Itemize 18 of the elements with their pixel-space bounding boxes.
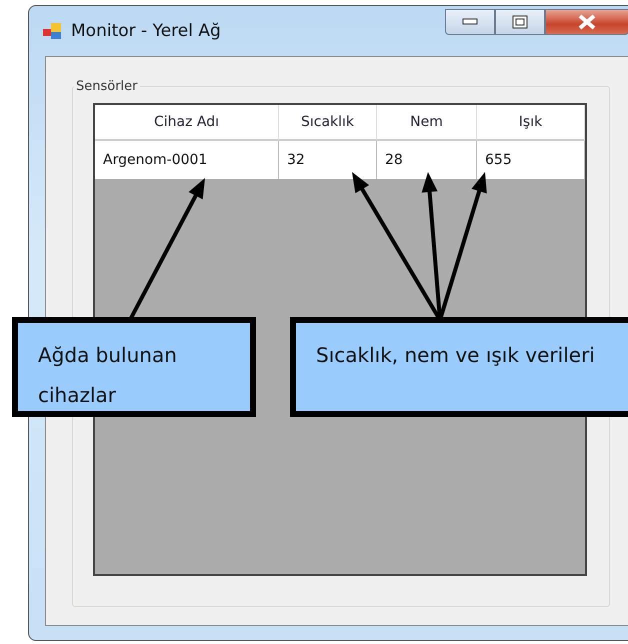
table-cell: Argenom-0001 [95, 141, 279, 179]
maximize-icon [512, 15, 528, 29]
table-cell: 28 [377, 141, 477, 179]
maximize-button[interactable] [495, 9, 545, 35]
table-cell: 655 [477, 141, 585, 179]
window-title: Monitor - Yerel Ağ [71, 21, 221, 41]
callout: Ağda bulunan cihazlar [12, 317, 256, 417]
column-header[interactable]: Cihaz Adı [95, 105, 279, 141]
minimize-icon [462, 18, 478, 26]
column-header[interactable]: Işık [477, 105, 585, 141]
callout: Sıcaklık, nem ve ışık verileri [290, 317, 628, 417]
column-header[interactable]: Sıcaklık [279, 105, 377, 141]
table-cell: 32 [279, 141, 377, 179]
app-icon [43, 22, 63, 40]
column-header[interactable]: Nem [377, 105, 477, 141]
close-button[interactable] [545, 9, 628, 35]
minimize-button[interactable] [445, 9, 495, 35]
close-icon [577, 14, 597, 30]
